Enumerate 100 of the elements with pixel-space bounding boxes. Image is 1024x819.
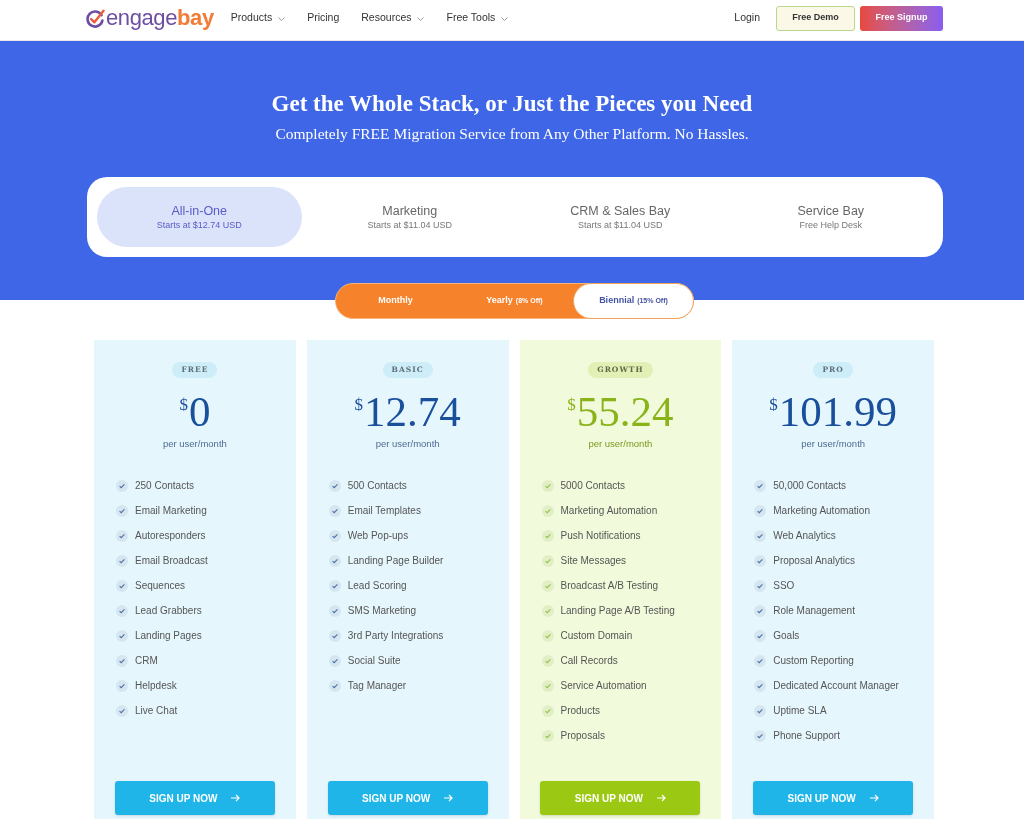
check-icon bbox=[116, 554, 128, 567]
price-period: per user/month bbox=[588, 437, 653, 451]
check-icon bbox=[754, 729, 767, 742]
price-period: per user/month bbox=[375, 437, 440, 451]
feature-text: 5000 Contacts bbox=[560, 479, 625, 493]
check-icon bbox=[328, 504, 341, 517]
feature-text: SSO bbox=[773, 579, 795, 593]
feature-text: Email Templates bbox=[347, 504, 421, 518]
check-icon bbox=[116, 654, 128, 667]
check-icon bbox=[541, 604, 554, 617]
check-icon bbox=[116, 679, 128, 692]
feature-text: SMS Marketing bbox=[347, 604, 417, 618]
check-icon bbox=[328, 554, 341, 567]
feature-text: Role Management bbox=[773, 604, 855, 618]
feature-text: Marketing Automation bbox=[773, 504, 870, 518]
feature-text: Helpdesk bbox=[135, 679, 177, 693]
free-signup-button[interactable]: Free Signup bbox=[860, 5, 943, 31]
check-icon bbox=[754, 654, 767, 667]
arrow-right-icon bbox=[444, 794, 454, 802]
check-icon bbox=[754, 479, 767, 492]
feature-text: Proposals bbox=[560, 729, 605, 743]
check-icon bbox=[116, 504, 128, 517]
check-icon bbox=[116, 629, 128, 642]
feature-text: Tag Manager bbox=[347, 679, 407, 693]
check-icon bbox=[541, 554, 554, 567]
nav-menu-link[interactable]: Products bbox=[230, 10, 286, 26]
feature-text: Site Messages bbox=[560, 554, 627, 568]
nav-menu-link[interactable]: Free Tools bbox=[446, 10, 509, 26]
feature-text: Custom Domain bbox=[560, 629, 633, 643]
feature-text: 3rd Party Integrations bbox=[347, 629, 444, 643]
feature-text: Service Automation bbox=[560, 679, 647, 693]
feature-text: 50,000 Contacts bbox=[773, 479, 847, 493]
check-icon bbox=[541, 479, 554, 492]
check-icon bbox=[754, 554, 767, 567]
check-icon bbox=[541, 679, 554, 692]
check-icon bbox=[328, 654, 341, 667]
feature-text: 500 Contacts bbox=[347, 479, 407, 493]
arrow-right-icon bbox=[869, 794, 879, 802]
check-icon bbox=[754, 579, 767, 592]
login-link[interactable]: Login bbox=[734, 10, 760, 26]
feature-text: CRM bbox=[135, 654, 158, 668]
feature-text: Lead Grabbers bbox=[135, 604, 202, 618]
arrow-right-icon bbox=[656, 794, 666, 802]
check-icon bbox=[541, 579, 554, 592]
check-icon bbox=[328, 629, 341, 642]
check-icon bbox=[116, 604, 128, 617]
hero-title: Get the Whole Stack, or Just the Pieces you Need bbox=[271, 90, 753, 118]
feature-text: Dedicated Account Manager bbox=[773, 679, 899, 693]
feature-text: Custom Reporting bbox=[773, 654, 854, 668]
free-demo-button[interactable]: Free Demo bbox=[776, 5, 855, 31]
price-period: per user/month bbox=[162, 437, 227, 451]
check-icon bbox=[541, 529, 554, 542]
feature-text: Proposal Analytics bbox=[773, 554, 855, 568]
check-icon bbox=[116, 529, 128, 542]
feature-text: Goals bbox=[773, 629, 800, 643]
feature-text: Landing Page Builder bbox=[347, 554, 444, 568]
check-icon bbox=[328, 529, 341, 542]
check-icon bbox=[754, 529, 767, 542]
feature-text: Broadcast A/B Testing bbox=[560, 579, 659, 593]
check-icon bbox=[328, 604, 341, 617]
logo-text[interactable]: engagebay bbox=[106, 7, 214, 29]
feature-text: Web Analytics bbox=[773, 529, 836, 543]
check-icon bbox=[754, 629, 767, 642]
feature-text: Social Suite bbox=[347, 654, 401, 668]
plan-price: $55.24 bbox=[567, 390, 674, 434]
check-icon bbox=[541, 504, 554, 517]
check-icon bbox=[541, 654, 554, 667]
check-icon bbox=[541, 629, 554, 642]
check-icon bbox=[541, 704, 554, 717]
feature-text: Push Notifications bbox=[560, 529, 641, 543]
feature-text: Call Records bbox=[560, 654, 618, 668]
feature-text: 250 Contacts bbox=[135, 479, 194, 493]
feature-text: Live Chat bbox=[135, 704, 178, 718]
nav-menu-link[interactable]: Pricing bbox=[307, 10, 340, 26]
feature-text: Autoresponders bbox=[135, 529, 206, 543]
feature-text: Products bbox=[560, 704, 600, 718]
check-icon bbox=[328, 579, 341, 592]
nav-menu-link[interactable]: Resources bbox=[361, 10, 425, 26]
feature-text: Landing Pages bbox=[135, 629, 202, 643]
plan-price: $101.99 bbox=[769, 390, 897, 434]
check-icon bbox=[328, 679, 341, 692]
feature-text: Sequences bbox=[135, 579, 186, 593]
plan-price: $12.74 bbox=[354, 390, 461, 434]
check-icon bbox=[754, 704, 767, 717]
check-icon bbox=[754, 604, 767, 617]
check-icon bbox=[116, 579, 128, 592]
product-tab[interactable]: All-in-One Starts at $12.74 USD bbox=[97, 187, 302, 247]
feature-text: Email Marketing bbox=[135, 504, 207, 518]
feature-text: Web Pop-ups bbox=[347, 529, 409, 543]
check-icon bbox=[754, 504, 767, 517]
logo-icon bbox=[86, 8, 105, 28]
arrow-right-icon bbox=[231, 794, 241, 802]
hero-subtitle: Completely FREE Migration Service from Any Other Platform. No Hassles. bbox=[275, 124, 749, 144]
check-icon bbox=[116, 479, 128, 492]
check-icon bbox=[754, 679, 767, 692]
feature-text: Marketing Automation bbox=[560, 504, 658, 518]
check-icon bbox=[541, 729, 554, 742]
price-period: per user/month bbox=[801, 437, 866, 451]
feature-text: Lead Scoring bbox=[347, 579, 407, 593]
check-icon bbox=[328, 479, 341, 492]
